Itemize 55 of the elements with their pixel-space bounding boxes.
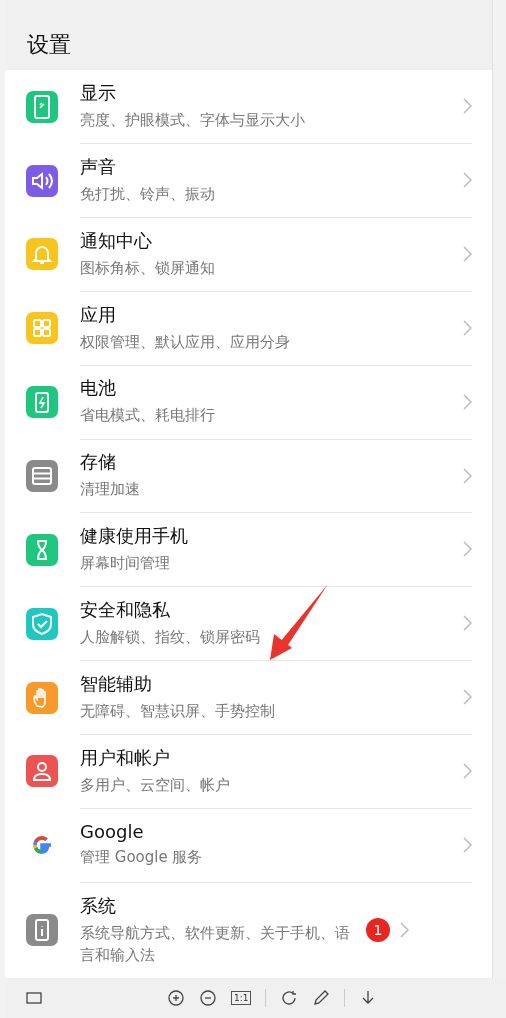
settings-item[interactable]: 显示 亮度、护眼模式、字体与显示大小 [5, 69, 492, 144]
item-title: 智能辅助 [80, 671, 153, 696]
actual-size-button[interactable]: 1:1 [231, 991, 252, 1005]
chevron-right-icon [463, 762, 472, 779]
item-subtitle: 权限管理、默认应用、应用分身 [80, 331, 291, 353]
item-title: 通知中心 [80, 228, 153, 253]
chevron-right-icon [463, 98, 472, 115]
settings-item[interactable]: 应用 权限管理、默认应用、应用分身 [5, 291, 492, 366]
item-subtitle: 图标角标、锁屏通知 [80, 257, 216, 279]
item-title: 声音 [80, 154, 117, 179]
settings-item[interactable]: 用户和帐户 多用户、云空间、帐户 [5, 734, 492, 809]
item-subtitle: 清理加速 [80, 479, 141, 501]
item-subtitle: 多用户、云空间、帐户 [80, 774, 231, 796]
item-title: 应用 [80, 302, 117, 327]
item-subtitle: 管理 Google 服务 [80, 847, 204, 868]
chevron-right-icon [463, 172, 472, 189]
settings-item[interactable]: 声音 免打扰、铃声、振动 [5, 143, 492, 218]
item-title: 健康使用手机 [80, 524, 189, 549]
notification-badge: 1 [366, 918, 390, 943]
item-title: 安全和隐私 [80, 597, 171, 622]
settings-item[interactable]: 智能辅助 无障碍、智慧识屏、手势控制 [5, 660, 492, 735]
item-title: 用户和帐户 [80, 745, 171, 770]
chevron-right-icon [463, 615, 472, 632]
item-title: 显示 [80, 81, 117, 106]
pencil-icon[interactable] [312, 989, 331, 1007]
zoom-out-icon[interactable] [199, 989, 217, 1007]
item-subtitle: 无障碍、智慧识屏、手势控制 [80, 700, 276, 722]
item-title: Google [80, 821, 145, 842]
chevron-right-icon [463, 319, 472, 336]
rotate-icon[interactable] [280, 989, 299, 1007]
zoom-in-icon[interactable] [167, 989, 185, 1007]
chevron-right-icon [463, 467, 472, 484]
item-title: 电池 [80, 376, 117, 401]
settings-item[interactable]: Google 管理 Google 服务 [5, 808, 492, 883]
item-subtitle: 人脸解锁、指纹、锁屏密码 [80, 626, 261, 648]
item-title: 系统 [80, 893, 117, 918]
chevron-right-icon [463, 246, 472, 262]
settings-item[interactable]: 系统 系统导航方式、软件更新、关于手机、语言和输入法 1 [5, 882, 492, 978]
chevron-right-icon [463, 689, 472, 706]
chevron-right-icon [463, 836, 472, 853]
item-subtitle: 屏幕时间管理 [80, 553, 171, 575]
settings-item[interactable]: 健康使用手机 屏幕时间管理 [5, 512, 492, 587]
item-subtitle: 亮度、护眼模式、字体与显示大小 [80, 110, 306, 132]
window-icon[interactable] [25, 989, 43, 1007]
item-title: 存储 [80, 450, 117, 475]
page-title: 设置 [27, 30, 71, 59]
chevron-right-icon [400, 922, 409, 939]
settings-item[interactable]: 电池 省电模式、耗电排行 [5, 365, 492, 440]
chevron-right-icon [463, 393, 472, 410]
item-subtitle: 省电模式、耗电排行 [80, 405, 216, 427]
chevron-right-icon [463, 541, 472, 558]
settings-item[interactable]: 存储 清理加速 [5, 439, 492, 513]
item-subtitle: 系统导航方式、软件更新、关于手机、语言和输入法 [80, 922, 351, 967]
item-subtitle: 免打扰、铃声、振动 [80, 183, 216, 205]
settings-item[interactable]: 通知中心 图标角标、锁屏通知 [5, 217, 492, 292]
